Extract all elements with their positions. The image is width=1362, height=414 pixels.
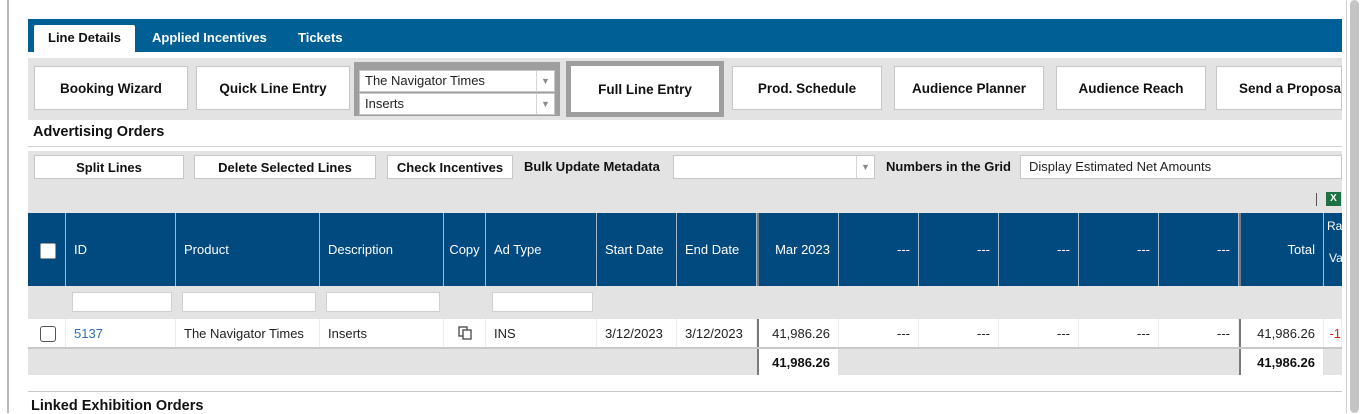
header-month-5[interactable]: --- bbox=[1079, 213, 1159, 286]
header-month-6[interactable]: --- bbox=[1159, 213, 1239, 286]
publication-select[interactable]: The Navigator Times ▼ bbox=[359, 70, 555, 92]
vertical-scrollbar[interactable] bbox=[1346, 0, 1362, 413]
delete-selected-lines-button[interactable]: Delete Selected Lines bbox=[194, 155, 376, 179]
numbers-in-grid-value: Display Estimated Net Amounts bbox=[1029, 159, 1212, 174]
product-filter-input[interactable] bbox=[182, 292, 316, 312]
table-row[interactable]: 5137 The Navigator Times Inserts INS 3/1… bbox=[28, 319, 1342, 349]
scrollbar-thumb[interactable] bbox=[1350, 0, 1359, 413]
grid-toolbar bbox=[28, 184, 1342, 213]
quick-line-entry-button[interactable]: Quick Line Entry bbox=[196, 66, 350, 110]
cell-product: The Navigator Times bbox=[176, 319, 320, 347]
copy-icon[interactable] bbox=[457, 326, 472, 340]
header-product[interactable]: Product bbox=[176, 213, 320, 286]
bulk-update-label: Bulk Update Metadata bbox=[524, 159, 660, 174]
cell-month-6[interactable]: --- bbox=[1159, 319, 1239, 347]
grid-header: ID Product Description Copy Ad Type Star… bbox=[28, 213, 1342, 286]
numbers-in-grid-select[interactable]: Display Estimated Net Amounts bbox=[1020, 155, 1342, 179]
header-total[interactable]: Total bbox=[1239, 213, 1324, 286]
prod-schedule-button[interactable]: Prod. Schedule bbox=[732, 66, 882, 110]
tab-applied-incentives[interactable]: Applied Incentives bbox=[138, 25, 281, 52]
id-filter-input[interactable] bbox=[72, 292, 172, 312]
cell-description: Inserts bbox=[320, 319, 444, 347]
check-incentives-button[interactable]: Check Incentives bbox=[387, 155, 513, 179]
filter-row bbox=[28, 286, 1342, 319]
chevron-down-icon[interactable]: ▼ bbox=[536, 71, 554, 91]
full-line-entry-button[interactable]: Full Line Entry bbox=[566, 61, 724, 117]
section-divider bbox=[28, 146, 1342, 147]
rate-value: -1 bbox=[1329, 325, 1341, 341]
select-all-checkbox[interactable] bbox=[40, 243, 56, 259]
cell-rate: -1 bbox=[1324, 319, 1342, 347]
send-proposal-button[interactable]: Send a Proposal bbox=[1216, 66, 1342, 110]
header-description[interactable]: Description bbox=[320, 213, 444, 286]
totals-row: 41,986.26 41,986.26 bbox=[28, 349, 1342, 375]
chevron-down-icon[interactable]: ▼ bbox=[536, 94, 554, 114]
description-filter-input[interactable] bbox=[326, 292, 440, 312]
cell-month-4[interactable]: --- bbox=[999, 319, 1079, 347]
ad-type-filter-input[interactable] bbox=[492, 292, 593, 312]
cell-month-5[interactable]: --- bbox=[1079, 319, 1159, 347]
row-checkbox[interactable] bbox=[40, 326, 56, 342]
excel-export-icon[interactable]: X bbox=[1326, 192, 1341, 206]
tab-bar: Line Details Applied Incentives Tickets bbox=[28, 19, 1342, 52]
cell-month-1[interactable]: 41,986.26 bbox=[757, 319, 839, 347]
cell-id: 5137 bbox=[66, 319, 176, 347]
header-month-3[interactable]: --- bbox=[919, 213, 999, 286]
linked-exhibition-orders-title: Linked Exhibition Orders bbox=[31, 398, 204, 414]
header-select-all-cell bbox=[28, 213, 66, 286]
total-month-1: 41,986.26 bbox=[757, 349, 839, 375]
audience-planner-button[interactable]: Audience Planner bbox=[894, 66, 1044, 110]
header-month-1[interactable]: Mar 2023 bbox=[757, 213, 839, 286]
cell-month-3[interactable]: --- bbox=[919, 319, 999, 347]
cell-total: 41,986.26 bbox=[1239, 319, 1324, 347]
adtype-select[interactable]: Inserts ▼ bbox=[359, 93, 555, 115]
booking-wizard-button[interactable]: Booking Wizard bbox=[34, 66, 188, 110]
adtype-select-value: Inserts bbox=[365, 96, 405, 111]
header-rate-bottom: Va bbox=[1329, 251, 1343, 265]
row-select-cell bbox=[28, 319, 66, 347]
header-ad-type[interactable]: Ad Type bbox=[486, 213, 597, 286]
action-bar: Split Lines Delete Selected Lines Check … bbox=[28, 151, 1342, 184]
section-divider-bottom bbox=[28, 391, 1342, 392]
left-border bbox=[7, 0, 9, 413]
header-end-date[interactable]: End Date bbox=[677, 213, 757, 286]
cell-ad-type: INS bbox=[486, 319, 597, 347]
split-lines-button[interactable]: Split Lines bbox=[34, 155, 184, 179]
publication-select-value: The Navigator Times bbox=[365, 73, 485, 88]
bulk-update-select[interactable]: ▼ bbox=[673, 155, 875, 179]
chevron-down-icon[interactable]: ▼ bbox=[856, 156, 874, 178]
tab-line-details[interactable]: Line Details bbox=[34, 25, 135, 52]
header-rate-top: Ra bbox=[1327, 219, 1343, 233]
audience-reach-button[interactable]: Audience Reach bbox=[1056, 66, 1206, 110]
cell-month-2[interactable]: --- bbox=[839, 319, 919, 347]
main-toolbar: Booking Wizard Quick Line Entry The Navi… bbox=[28, 58, 1342, 120]
toolbar-separator bbox=[1316, 193, 1317, 206]
app-frame: Line Details Applied Incentives Tickets … bbox=[0, 0, 1362, 414]
cell-copy bbox=[444, 319, 486, 347]
cell-end-date: 3/12/2023 bbox=[677, 319, 757, 347]
header-month-4[interactable]: --- bbox=[999, 213, 1079, 286]
numbers-in-grid-label: Numbers in the Grid bbox=[886, 159, 1011, 174]
order-id-link[interactable]: 5137 bbox=[74, 326, 103, 341]
header-copy[interactable]: Copy bbox=[444, 213, 486, 286]
total-grand: 41,986.26 bbox=[1239, 349, 1324, 375]
tab-tickets[interactable]: Tickets bbox=[284, 25, 357, 52]
publication-selectors: The Navigator Times ▼ Inserts ▼ bbox=[354, 62, 560, 116]
section-title: Advertising Orders bbox=[33, 124, 165, 140]
header-id[interactable]: ID bbox=[66, 213, 176, 286]
cell-start-date: 3/12/2023 bbox=[597, 319, 677, 347]
header-month-2[interactable]: --- bbox=[839, 213, 919, 286]
header-start-date[interactable]: Start Date bbox=[597, 213, 677, 286]
